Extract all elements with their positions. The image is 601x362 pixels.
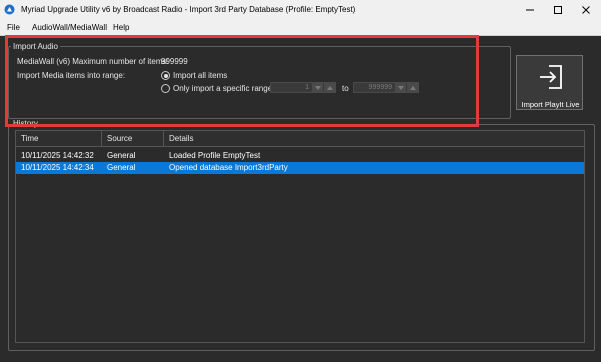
import-range-option-label[interactable]: Only import a specific range: [173, 84, 274, 93]
range-from-up-button[interactable] [324, 83, 335, 92]
history-table-header: Time Source Details [16, 131, 584, 147]
menu-file[interactable]: File [7, 23, 20, 32]
close-icon [582, 6, 590, 14]
app-icon [4, 4, 15, 15]
import-range-label: Import Media items into range: [17, 71, 126, 80]
maximize-icon [554, 6, 562, 14]
row-source: General [107, 151, 136, 160]
minimize-icon [526, 9, 534, 11]
maximize-button[interactable] [544, 0, 572, 20]
row-time: 10/11/2025 14:42:32 [21, 151, 94, 160]
range-to-down-button[interactable] [395, 83, 406, 92]
close-button[interactable] [572, 0, 600, 20]
import-audio-group-title: Import Audio [11, 42, 60, 51]
title-bar: Myriad Upgrade Utility v6 by Broadcast R… [0, 0, 601, 20]
history-group-title: History [11, 119, 40, 128]
range-from-stepper[interactable]: 1 [270, 82, 336, 93]
range-to-up-button[interactable] [407, 83, 418, 92]
max-items-label: MediaWall (v6) Maximum number of items: [17, 57, 169, 66]
range-from-down-button[interactable] [312, 83, 323, 92]
max-items-value: 999999 [161, 57, 188, 66]
menu-audiowall-mediawall[interactable]: AudioWall/MediaWall [32, 23, 107, 32]
column-header-source[interactable]: Source [102, 131, 164, 146]
window-title: Myriad Upgrade Utility v6 by Broadcast R… [21, 5, 356, 14]
triangle-down-icon [397, 85, 404, 90]
column-header-details[interactable]: Details [164, 131, 584, 146]
menu-help[interactable]: Help [113, 23, 129, 32]
import-playit-live-button[interactable]: Import PlayIt Live [516, 55, 583, 110]
import-all-radio[interactable] [161, 71, 170, 80]
row-details: Opened database Import3rdParty [169, 163, 288, 172]
row-source: General [107, 163, 136, 172]
triangle-up-icon [326, 85, 333, 90]
import-all-label[interactable]: Import all items [173, 71, 227, 80]
triangle-up-icon [409, 85, 416, 90]
minimize-button[interactable] [516, 0, 544, 20]
table-row[interactable]: 10/11/2025 14:42:32 General Loaded Profi… [16, 150, 584, 162]
import-playit-live-label: Import PlayIt Live [521, 100, 580, 109]
range-to-stepper[interactable]: 999999 [353, 82, 419, 93]
range-from-value: 1 [305, 84, 309, 91]
history-table: Time Source Details 10/11/2025 14:42:32 … [15, 130, 585, 343]
range-to-value: 999999 [368, 84, 392, 91]
table-row-selected[interactable]: 10/11/2025 14:42:34 General Opened datab… [16, 162, 584, 174]
column-header-time[interactable]: Time [16, 131, 102, 146]
menu-bar: File AudioWall/MediaWall Help [0, 20, 601, 36]
triangle-down-icon [314, 85, 321, 90]
row-details: Loaded Profile EmptyTest [169, 151, 261, 160]
import-arrow-icon [540, 65, 562, 89]
import-range-radio[interactable] [161, 84, 170, 93]
range-to-label: to [342, 84, 349, 93]
row-time: 10/11/2025 14:42:34 [21, 163, 94, 172]
